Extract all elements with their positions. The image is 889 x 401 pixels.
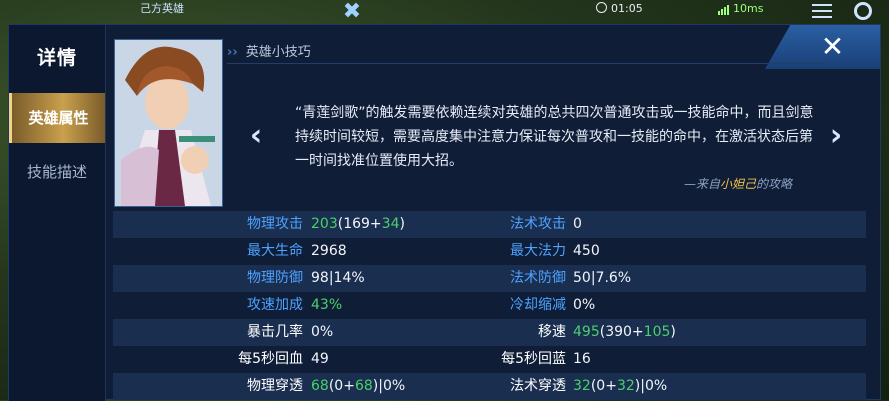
close-icon: ✕: [820, 30, 845, 63]
stat-label: 暴击几率: [247, 324, 303, 340]
tip-source: —来自小妲己的攻略: [684, 175, 792, 192]
stat-label: 法术穿透: [510, 378, 566, 394]
stat-value: 495(390+105): [573, 319, 676, 346]
stat-value-part: (390+: [599, 324, 644, 340]
next-tip-button[interactable]: ›: [824, 119, 848, 153]
stat-row: 攻速加成 43% 冷却缩减 0%: [113, 292, 866, 319]
stat-label: 最大生命: [247, 243, 303, 259]
stat-value-part: 98|14%: [311, 270, 365, 286]
dialog-title: 详情: [36, 47, 77, 69]
stat-value-part: 0: [573, 216, 582, 232]
divider: [227, 63, 827, 64]
chevron-left-icon: ‹: [249, 118, 263, 153]
stat-label: 法术防御: [510, 270, 566, 286]
stat-value-part: 68: [311, 378, 329, 394]
tip-author[interactable]: 小妲己: [720, 177, 756, 191]
ally-team-label: 己方英雄: [140, 2, 184, 15]
tip-source-prefix: —来自: [683, 177, 720, 191]
stat-value: 0: [573, 211, 582, 238]
tip-header: ›› 英雄小技巧: [227, 41, 311, 60]
stat-value-part: 50|7.6%: [573, 270, 632, 286]
chevron-right-icon: ››: [227, 45, 238, 60]
tab-skill-description[interactable]: 技能描述: [9, 147, 105, 197]
stat-value-part: (169+: [337, 216, 382, 232]
stat-value: 49: [311, 346, 329, 373]
game-timer: 01:05: [596, 2, 643, 15]
details-sidebar: 详情 英雄属性 技能描述: [9, 25, 106, 401]
stat-value-part: (0+: [328, 378, 355, 394]
game-hud: 己方英雄 ✖ 01:05 10ms: [0, 0, 889, 24]
stat-label: 物理穿透: [247, 378, 303, 394]
stat-value: 0%: [311, 319, 333, 346]
stat-row: 物理攻击 203(169+34) 法术攻击 0: [113, 211, 866, 238]
stat-label: 最大法力: [510, 243, 566, 259]
stat-value-part: 43%: [311, 297, 343, 313]
hero-details-dialog: 详情 英雄属性 技能描述 ✕ ›› 英雄小技巧 ‹ › “青莲剑歌”的触发需要依赖…: [8, 24, 881, 401]
gear-icon[interactable]: [854, 2, 872, 20]
hero-portrait: [114, 39, 223, 207]
stat-value-part: 32: [573, 378, 591, 394]
prev-tip-button[interactable]: ‹: [244, 119, 268, 153]
stat-value: 32(0+32)|0%: [573, 373, 667, 400]
stat-value-part: ): [670, 324, 676, 340]
stat-value: 50|7.6%: [573, 265, 631, 292]
stat-value-part: 32: [616, 378, 635, 394]
stat-value: 16: [573, 346, 591, 373]
stat-value-part: 450: [573, 243, 600, 259]
stat-label: 法术攻击: [510, 216, 566, 232]
ping-indicator: 10ms: [718, 2, 763, 15]
stat-value: 68(0+68)|0%: [311, 373, 405, 400]
signal-icon: [718, 2, 730, 15]
tab-hero-attributes[interactable]: 英雄属性: [9, 93, 105, 143]
stat-value-part: 0%: [311, 324, 334, 340]
tip-text: “青莲剑歌”的触发需要依赖连续对英雄的总共四次普通攻击或一技能命中，而且剑意持续…: [295, 105, 814, 169]
stat-label: 物理攻击: [247, 216, 303, 232]
timer-value: 01:05: [611, 2, 643, 15]
stat-label: 每5秒回血: [238, 351, 303, 367]
tip-source-suffix: 的攻略: [755, 177, 792, 191]
stat-value-part: 105: [643, 324, 671, 340]
clock-icon: [596, 2, 607, 13]
stat-value: 450: [573, 238, 600, 265]
stat-row: 每5秒回血 49 每5秒回蓝 16: [113, 346, 866, 373]
stat-value: 98|14%: [311, 265, 365, 292]
stat-label: 移速: [538, 324, 566, 340]
stat-label: 每5秒回蓝: [501, 351, 566, 367]
stat-value-part: 203: [311, 216, 338, 232]
stat-value-part: (0+: [590, 378, 617, 394]
stat-row: 最大生命 2968 最大法力 450: [113, 238, 866, 265]
stat-value-part: )|0%: [634, 378, 668, 394]
stat-value: 2968: [311, 238, 347, 265]
stat-value-part: 68: [354, 378, 373, 394]
stat-value-part: 2968: [311, 243, 347, 259]
stat-label: 攻速加成: [247, 297, 303, 313]
menu-icon[interactable]: [812, 4, 832, 18]
stat-row: 暴击几率 0% 移速 495(390+105): [113, 319, 866, 346]
stat-value-part: 0%: [573, 297, 596, 313]
stat-row: 物理穿透 68(0+68)|0% 法术穿透 32(0+32)|0%: [113, 373, 866, 400]
close-icon: ✖: [342, 0, 362, 24]
stat-value: 203(169+34): [311, 211, 405, 238]
chevron-right-icon: ›: [829, 118, 843, 153]
stat-value-part: 34: [381, 216, 400, 232]
stat-value: 43%: [311, 292, 342, 319]
tip-header-label: 英雄小技巧: [245, 45, 311, 60]
stats-table: 物理攻击 203(169+34) 法术攻击 0 最大生命 2968 最大法力 450 物理防御 9…: [113, 211, 866, 400]
stat-value-part: 49: [311, 351, 329, 367]
stat-value-part: 16: [573, 351, 591, 367]
stat-row: 物理防御 98|14% 法术防御 50|7.6%: [113, 265, 866, 292]
stat-value: 0%: [573, 292, 595, 319]
stat-value-part: )|0%: [372, 378, 406, 394]
stat-label: 物理防御: [247, 270, 303, 286]
stat-value-part: 495: [573, 324, 600, 340]
stat-label: 冷却缩减: [510, 297, 566, 313]
ping-value: 10ms: [733, 2, 764, 15]
